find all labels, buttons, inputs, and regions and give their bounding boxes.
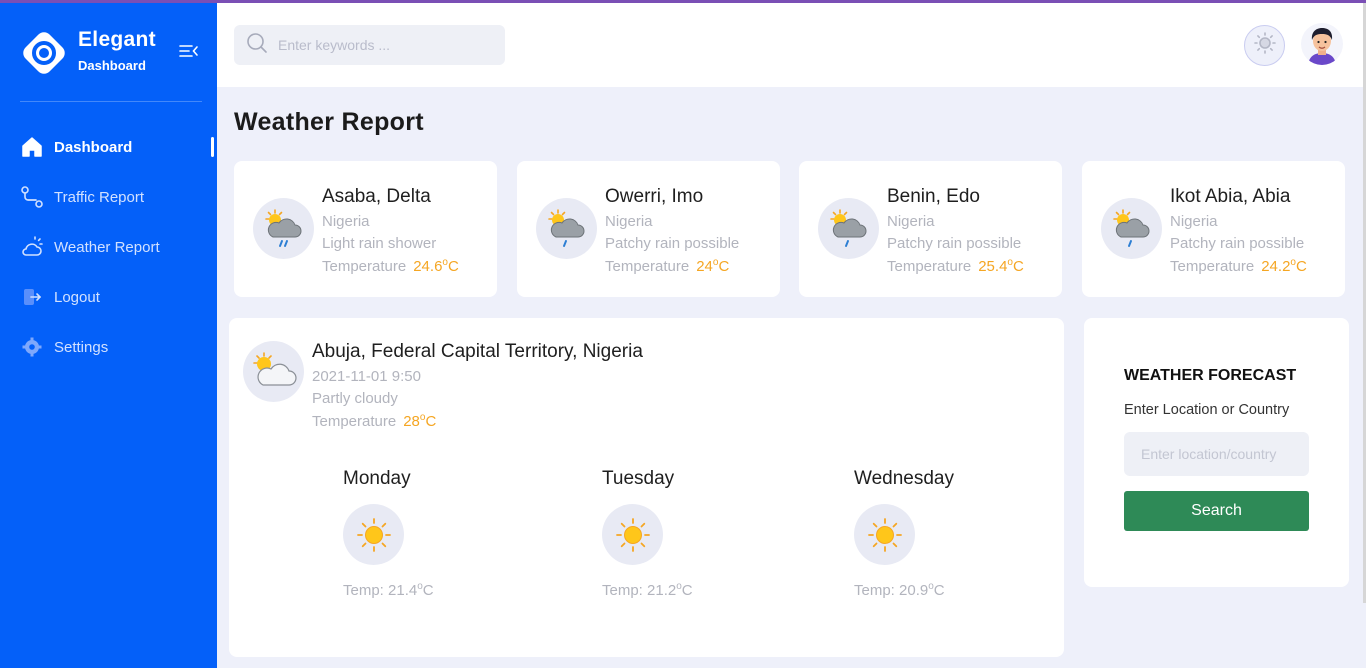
- forecast-day: Wednesday Temp: 20.9oC: [854, 468, 954, 599]
- sun-icon: [854, 504, 915, 565]
- city-name: Asaba, Delta: [322, 186, 431, 207]
- day-name: Tuesday: [602, 468, 675, 489]
- partly-cloudy-icon: [243, 341, 304, 402]
- rain-cloud-icon: [1101, 198, 1162, 259]
- forecast-title: WEATHER FORECAST: [1124, 367, 1297, 384]
- sun-icon: [1253, 32, 1276, 59]
- top-header: [217, 3, 1366, 87]
- current-location: Abuja, Federal Capital Territory, Nigeri…: [312, 341, 643, 362]
- sidebar-item-dashboard[interactable]: Dashboard: [0, 129, 217, 165]
- active-indicator: [211, 137, 214, 157]
- search-box[interactable]: [234, 25, 505, 65]
- home-icon: [20, 135, 44, 159]
- sidebar-item-label: Settings: [54, 338, 109, 356]
- rain-cloud-icon: [818, 198, 879, 259]
- city-country: Nigeria: [322, 213, 370, 230]
- current-condition: Partly cloudy: [312, 390, 398, 407]
- city-card: Asaba, Delta Nigeria Light rain shower T…: [234, 161, 497, 297]
- settings-icon: [20, 335, 44, 359]
- day-temperature: Temp: 20.9oC: [854, 581, 945, 599]
- forecast-day: Tuesday Temp: 21.2oC: [602, 468, 693, 599]
- city-country: Nigeria: [1170, 213, 1218, 230]
- weather-icon: [20, 235, 44, 259]
- city-condition: Patchy rain possible: [887, 235, 1022, 252]
- route-icon: [20, 185, 44, 209]
- city-country: Nigeria: [605, 213, 653, 230]
- temperature-label: Temperature: [887, 258, 972, 275]
- logout-icon: [20, 285, 44, 309]
- sidebar-item-weather-report[interactable]: Weather Report: [0, 229, 217, 265]
- city-card: Benin, Edo Nigeria Patchy rain possible …: [799, 161, 1062, 297]
- location-input[interactable]: [1124, 432, 1309, 476]
- temperature-value: 24oC: [696, 257, 730, 275]
- brand-logo-icon: [19, 28, 69, 78]
- sidebar-item-label: Weather Report: [54, 238, 160, 256]
- sidebar-divider: [20, 101, 202, 102]
- city-name: Ikot Abia, Abia: [1170, 186, 1291, 207]
- day-temperature: Temp: 21.2oC: [602, 581, 693, 599]
- city-condition: Patchy rain possible: [605, 235, 740, 252]
- sidebar-item-logout[interactable]: Logout: [0, 279, 217, 315]
- forecast-day: Monday Temp: 21.4oC: [343, 468, 434, 599]
- sidebar-item-label: Traffic Report: [54, 188, 145, 206]
- sidebar-item-label: Logout: [54, 288, 100, 306]
- current-datetime: 2021-11-01 9:50: [312, 368, 421, 385]
- sun-icon: [343, 504, 404, 565]
- menu-collapse-icon[interactable]: [179, 43, 199, 64]
- day-temperature: Temp: 21.4oC: [343, 581, 434, 599]
- brand[interactable]: Elegant Dashboard: [19, 28, 156, 78]
- temperature-label: Temperature: [312, 413, 397, 430]
- city-card: Ikot Abia, Abia Nigeria Patchy rain poss…: [1082, 161, 1345, 297]
- rain-cloud-icon: [536, 198, 597, 259]
- city-condition: Patchy rain possible: [1170, 235, 1305, 252]
- day-name: Monday: [343, 468, 411, 489]
- sidebar: Elegant Dashboard Dashboard Traffic Repo…: [0, 3, 217, 668]
- brand-name: Elegant: [78, 28, 156, 51]
- search-icon: [246, 32, 268, 59]
- temperature-value: 25.4oC: [978, 257, 1024, 275]
- search-input[interactable]: [278, 37, 488, 53]
- temperature-value: 28oC: [403, 412, 437, 430]
- city-name: Benin, Edo: [887, 186, 980, 207]
- sun-icon: [602, 504, 663, 565]
- city-condition: Light rain shower: [322, 235, 437, 252]
- sidebar-item-traffic-report[interactable]: Traffic Report: [0, 179, 217, 215]
- temperature-label: Temperature: [605, 258, 690, 275]
- user-avatar[interactable]: [1301, 23, 1343, 65]
- temperature-label: Temperature: [322, 258, 407, 275]
- temperature-value: 24.2oC: [1261, 257, 1307, 275]
- weather-forecast-card: WEATHER FORECAST Enter Location or Count…: [1084, 318, 1349, 587]
- sidebar-item-settings[interactable]: Settings: [0, 329, 217, 365]
- sidebar-item-label: Dashboard: [54, 138, 133, 156]
- page-title: Weather Report: [234, 108, 424, 136]
- city-card: Owerri, Imo Nigeria Patchy rain possible…: [517, 161, 780, 297]
- temperature-value: 24.6oC: [413, 257, 459, 275]
- theme-toggle-button[interactable]: [1244, 25, 1285, 66]
- city-name: Owerri, Imo: [605, 186, 704, 207]
- brand-subtitle: Dashboard: [78, 58, 146, 73]
- search-button[interactable]: Search: [1124, 491, 1309, 531]
- rain-cloud-icon: [253, 198, 314, 259]
- day-name: Wednesday: [854, 468, 954, 489]
- current-weather-card: Abuja, Federal Capital Territory, Nigeri…: [229, 318, 1064, 657]
- location-field-label: Enter Location or Country: [1124, 402, 1290, 418]
- temperature-label: Temperature: [1170, 258, 1255, 275]
- city-country: Nigeria: [887, 213, 935, 230]
